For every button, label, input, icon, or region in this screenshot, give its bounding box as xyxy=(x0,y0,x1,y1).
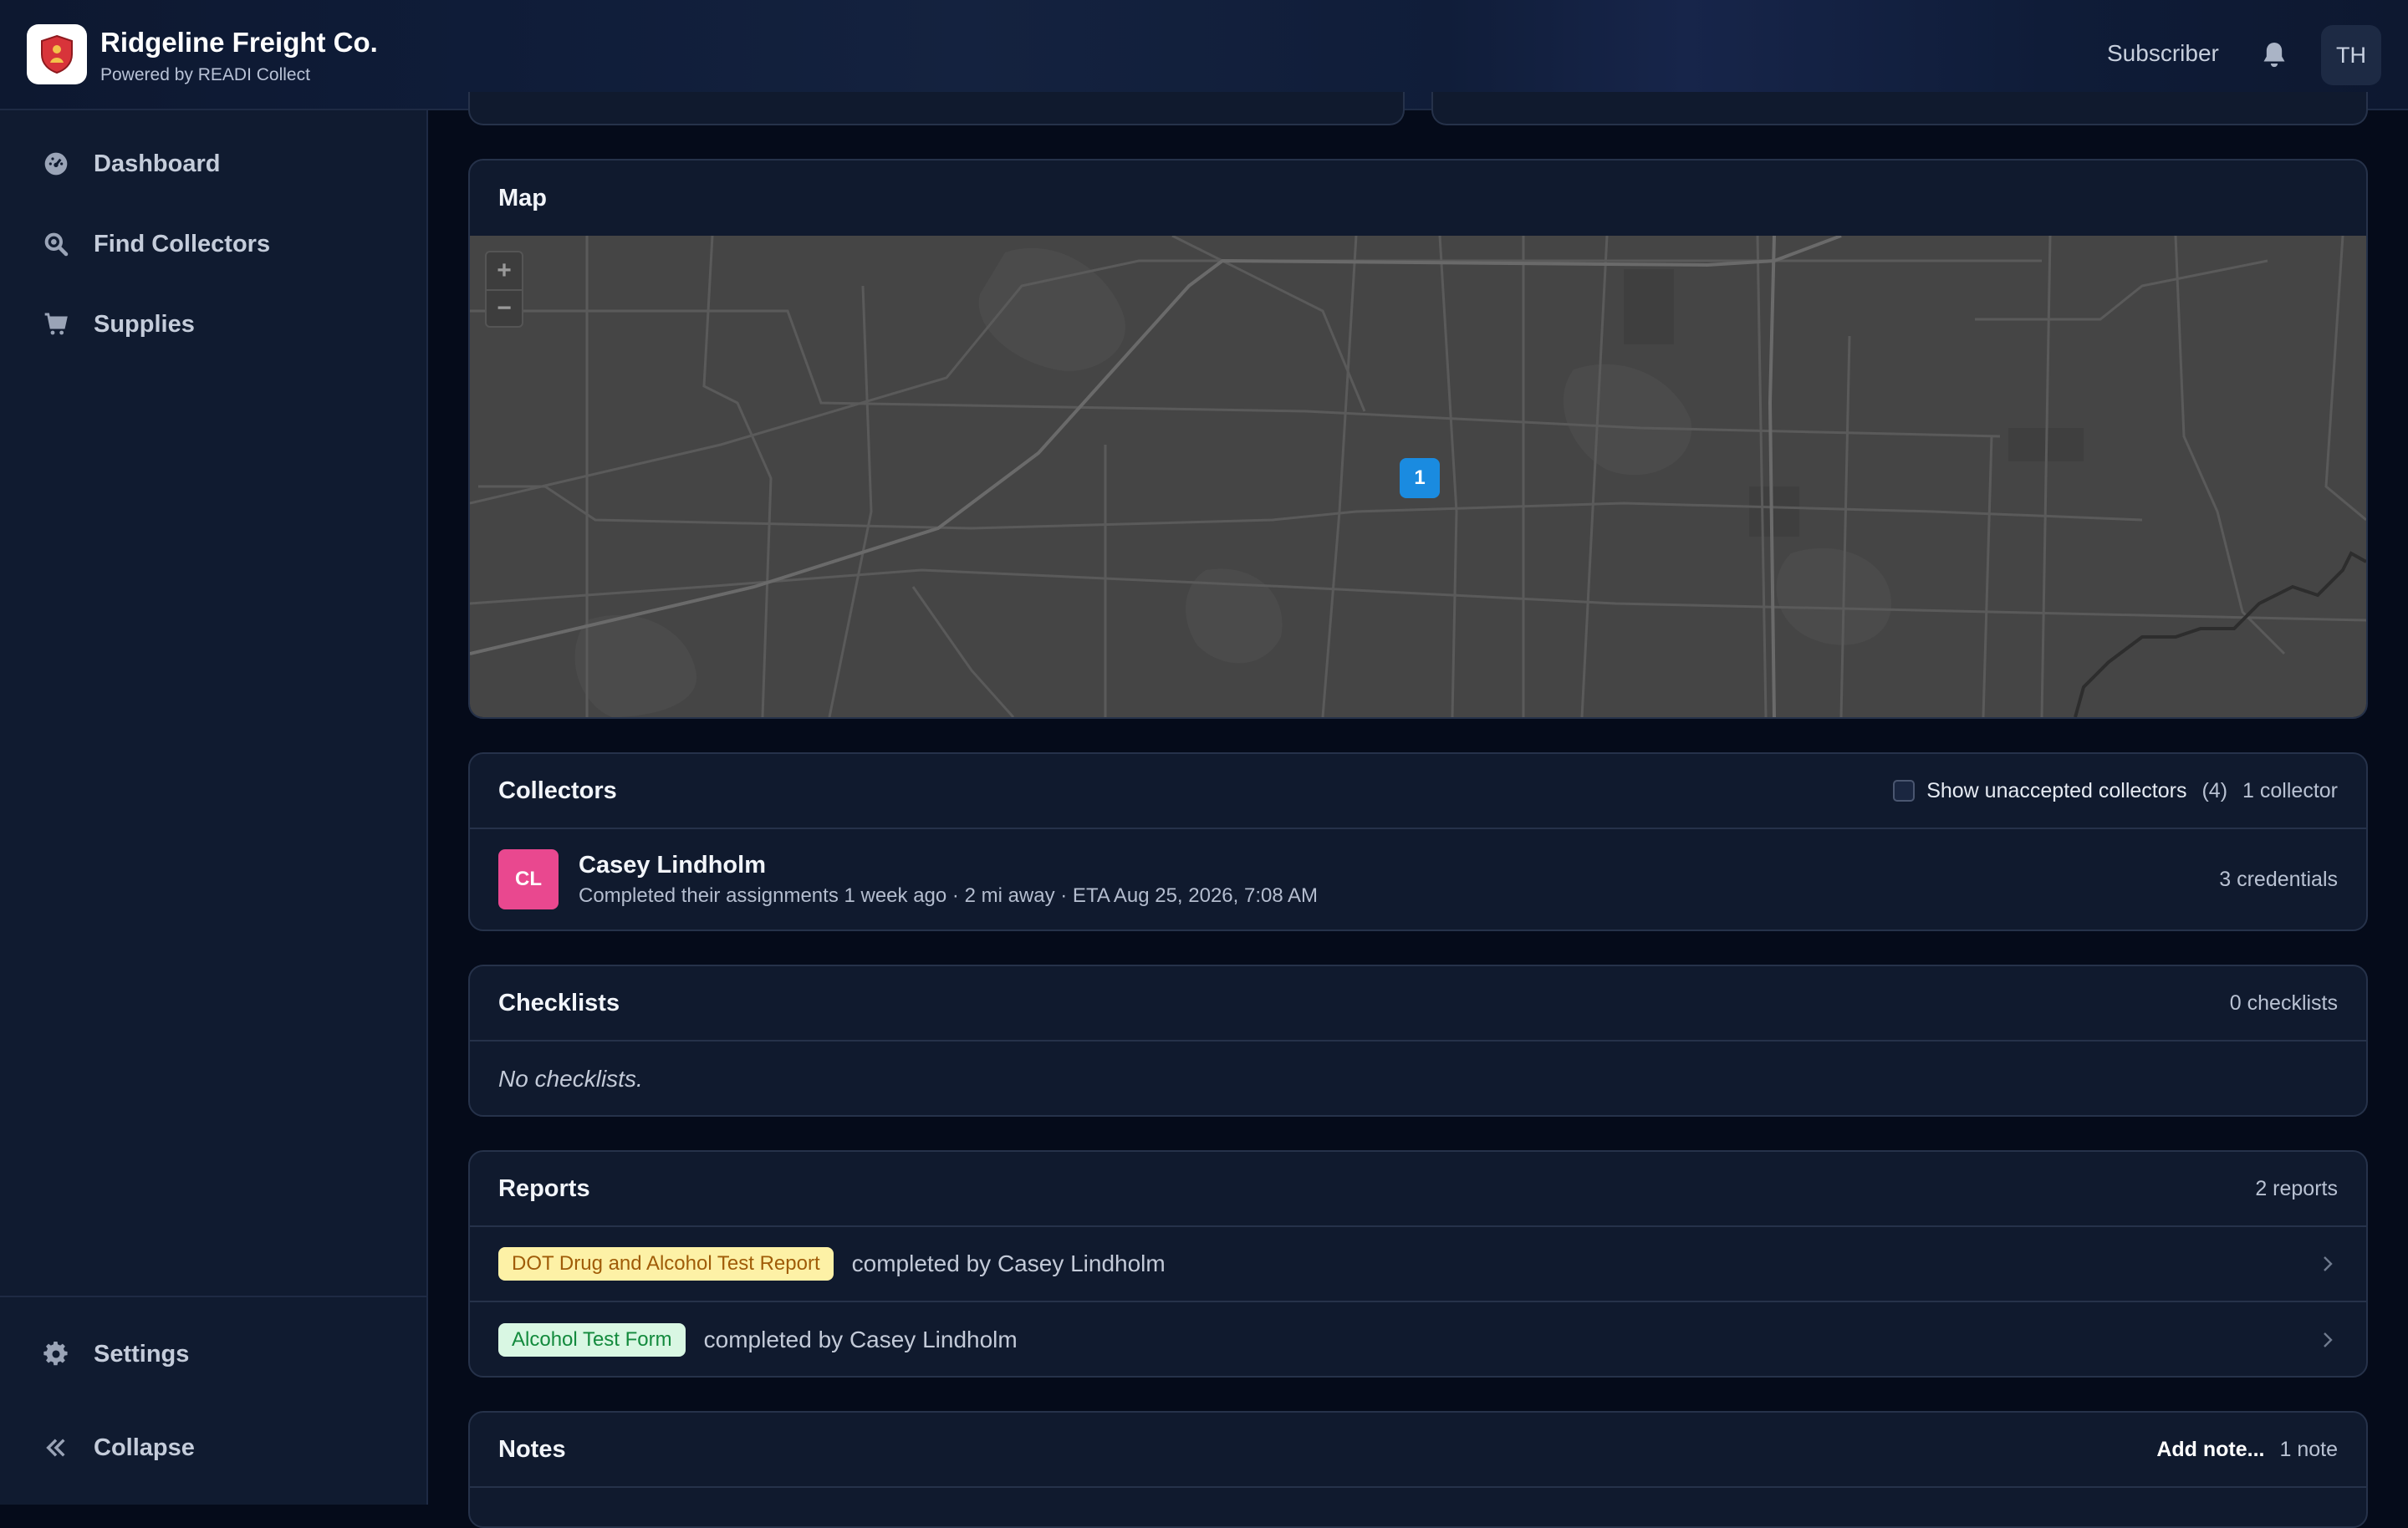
checklists-header: Checklists 0 checklists xyxy=(470,966,2366,1042)
sidebar-item-label: Dashboard xyxy=(94,150,221,177)
reports-title: Reports xyxy=(498,1174,590,1202)
checklists-header-right: 0 checklists xyxy=(2230,991,2338,1016)
map-card: Map + − 1 xyxy=(468,159,2368,719)
collectors-header: Collectors Show unaccepted collectors (4… xyxy=(470,754,2366,829)
sidebar-item-dashboard[interactable]: Dashboard xyxy=(0,130,426,197)
sidebar-item-settings[interactable]: Settings xyxy=(0,1321,426,1388)
collector-info: Casey Lindholm Completed their assignmen… xyxy=(579,852,1318,908)
notes-header: Notes Add note... 1 note xyxy=(470,1413,2366,1488)
sidebar-item-label: Settings xyxy=(94,1340,190,1368)
notes-header-right: Add note... 1 note xyxy=(2156,1438,2338,1462)
map-view[interactable]: + − 1 xyxy=(470,236,2366,717)
checklists-title: Checklists xyxy=(498,989,620,1016)
report-row[interactable]: Alcohol Test Form completed by Casey Lin… xyxy=(470,1302,2366,1376)
sidebar-item-label: Collapse xyxy=(94,1434,195,1461)
notes-card: Notes Add note... 1 note xyxy=(468,1411,2368,1528)
report-count: 2 reports xyxy=(2255,1176,2338,1200)
collector-avatar: CL xyxy=(498,849,559,909)
collectors-title: Collectors xyxy=(498,777,617,804)
add-note-button[interactable]: Add note... xyxy=(2156,1438,2264,1462)
chevron-right-icon xyxy=(2324,1256,2333,1271)
checklists-card: Checklists 0 checklists No checklists. xyxy=(468,965,2368,1117)
report-type-badge: Alcohol Test Form xyxy=(498,1323,686,1357)
scrolled-card-right xyxy=(1431,92,2368,125)
scrolled-card-left xyxy=(468,92,1405,125)
checklists-empty-text: No checklists. xyxy=(498,1066,643,1092)
sidebar-item-label: Find Collectors xyxy=(94,230,271,257)
show-unaccepted-label[interactable]: Show unaccepted collectors xyxy=(1926,779,2186,803)
notes-title: Notes xyxy=(498,1435,566,1463)
double-chevron-left-icon xyxy=(42,1434,70,1462)
checklist-count: 0 checklists xyxy=(2229,991,2338,1015)
zoom-in-button[interactable]: + xyxy=(487,252,522,289)
collector-credentials: 3 credentials xyxy=(2219,867,2338,891)
role-label[interactable]: Subscriber xyxy=(2107,40,2219,67)
powered-by-label: Powered by READI Collect xyxy=(100,65,310,84)
collector-name: Casey Lindholm xyxy=(579,851,766,879)
collectors-card: Collectors Show unaccepted collectors (4… xyxy=(468,752,2368,931)
show-unaccepted-checkbox[interactable] xyxy=(1893,780,1916,802)
unaccepted-count: (4) xyxy=(2201,778,2228,802)
reports-header-right: 2 reports xyxy=(2255,1177,2338,1201)
gear-icon xyxy=(42,1340,70,1368)
collector-count: 1 collector xyxy=(2242,778,2338,802)
sidebar-item-label: Supplies xyxy=(94,310,195,338)
report-completed-by: completed by Casey Lindholm xyxy=(703,1327,1018,1352)
collector-meta: Completed their assignments 1 week ago ·… xyxy=(579,884,1319,907)
map-title: Map xyxy=(498,184,547,211)
checklists-empty-row: No checklists. xyxy=(470,1042,2366,1115)
company-name: Ridgeline Freight Co. xyxy=(100,27,378,58)
sidebar-collapse-button[interactable]: Collapse xyxy=(0,1414,426,1481)
map-card-header: Map xyxy=(470,160,2366,236)
report-completed-by: completed by Casey Lindholm xyxy=(851,1250,1166,1276)
company-logo[interactable] xyxy=(27,24,87,84)
dashboard-gauge-icon xyxy=(42,150,70,178)
search-icon xyxy=(42,230,70,258)
cart-icon xyxy=(42,310,70,339)
bell-icon xyxy=(2263,43,2285,68)
report-type-badge: DOT Drug and Alcohol Test Report xyxy=(498,1247,834,1281)
reports-header: Reports 2 reports xyxy=(470,1152,2366,1227)
sidebar-divider xyxy=(0,1296,426,1297)
map-zoom-control: + − xyxy=(485,251,523,328)
notifications-button[interactable] xyxy=(2258,38,2291,72)
shield-logo-icon xyxy=(41,34,73,74)
map-cluster-marker[interactable]: 1 xyxy=(1400,458,1440,498)
collectors-header-right: Show unaccepted collectors (4) 1 collect… xyxy=(1893,779,2338,803)
zoom-out-button[interactable]: − xyxy=(487,289,522,326)
chevron-right-icon xyxy=(2324,1332,2333,1347)
report-row[interactable]: DOT Drug and Alcohol Test Report complet… xyxy=(470,1227,2366,1302)
sidebar-item-supplies[interactable]: Supplies xyxy=(0,291,426,358)
collector-row[interactable]: CL Casey Lindholm Completed their assign… xyxy=(470,829,2366,930)
sidebar: Dashboard Find Collectors Supplies Setti… xyxy=(0,110,428,1505)
reports-card: Reports 2 reports DOT Drug and Alcohol T… xyxy=(468,1150,2368,1378)
note-count: 1 note xyxy=(2279,1437,2338,1461)
user-avatar-button[interactable]: TH xyxy=(2321,25,2381,85)
sidebar-item-find-collectors[interactable]: Find Collectors xyxy=(0,211,426,278)
